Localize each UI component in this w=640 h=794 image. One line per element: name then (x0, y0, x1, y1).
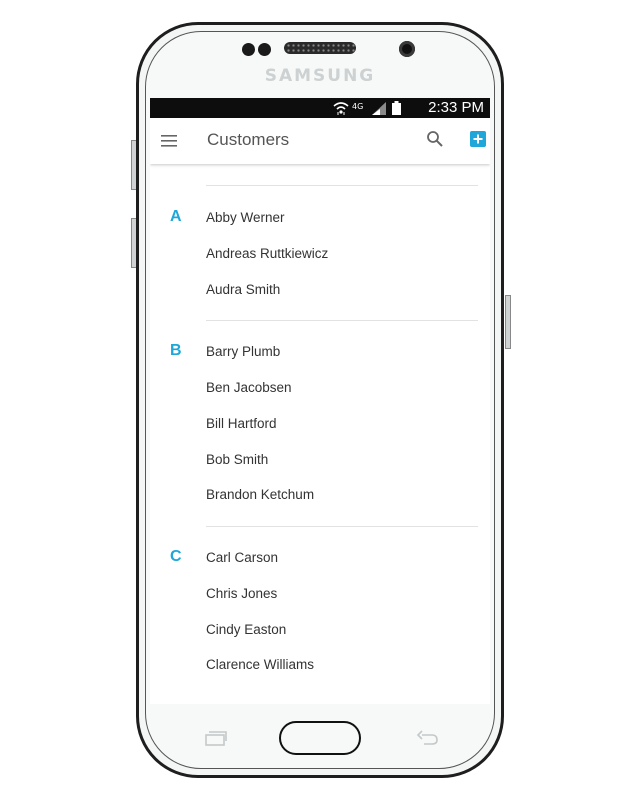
search-icon[interactable] (426, 130, 444, 148)
menu-icon[interactable] (161, 134, 177, 148)
power-button[interactable] (505, 295, 511, 349)
list-item[interactable]: Abby Werner (206, 210, 285, 225)
home-button[interactable] (279, 721, 361, 755)
sensor-dot (242, 43, 255, 56)
status-clock: 2:33 PM (428, 99, 484, 116)
list-item[interactable]: Bill Hartford (206, 416, 277, 431)
list-item[interactable]: Ben Jacobsen (206, 380, 292, 395)
sensor-dot (258, 43, 271, 56)
list-item[interactable]: Clarence Williams (206, 657, 314, 672)
list-item[interactable]: Carl Carson (206, 550, 278, 565)
status-bar: 4G 2:33 PM (150, 98, 490, 118)
list-item[interactable]: Brandon Ketchum (206, 487, 314, 502)
wifi-icon (333, 102, 349, 115)
customer-list: A Abby Werner Andreas Ruttkiewicz Audra … (150, 164, 490, 704)
phone-screen: 4G 2:33 PM Customers A Abby Werner Andre… (150, 98, 490, 704)
list-item[interactable]: Barry Plumb (206, 344, 280, 359)
list-divider (206, 526, 478, 527)
page-title: Customers (207, 130, 290, 149)
list-item[interactable]: Cindy Easton (206, 622, 286, 637)
add-icon[interactable] (470, 131, 486, 147)
list-divider (206, 185, 478, 186)
list-item[interactable]: Audra Smith (206, 282, 280, 297)
app-bar: Customers (150, 118, 490, 164)
back-icon[interactable] (416, 729, 440, 747)
section-letter-b: B (170, 342, 182, 359)
list-item[interactable]: Chris Jones (206, 586, 277, 601)
list-item[interactable]: Andreas Ruttkiewicz (206, 246, 328, 261)
recent-apps-icon[interactable] (204, 729, 228, 747)
status-icons: 4G (333, 101, 401, 115)
earpiece-speaker (284, 42, 356, 54)
signal-icon (372, 102, 386, 115)
section-letter-c: C (170, 548, 182, 565)
front-camera (399, 41, 415, 57)
section-letter-a: A (170, 208, 182, 225)
network-type: 4G (352, 102, 363, 111)
list-divider (206, 320, 478, 321)
battery-icon (392, 101, 401, 115)
list-item[interactable]: Bob Smith (206, 452, 268, 467)
device-brand-logo: SAMSUNG (264, 66, 376, 86)
